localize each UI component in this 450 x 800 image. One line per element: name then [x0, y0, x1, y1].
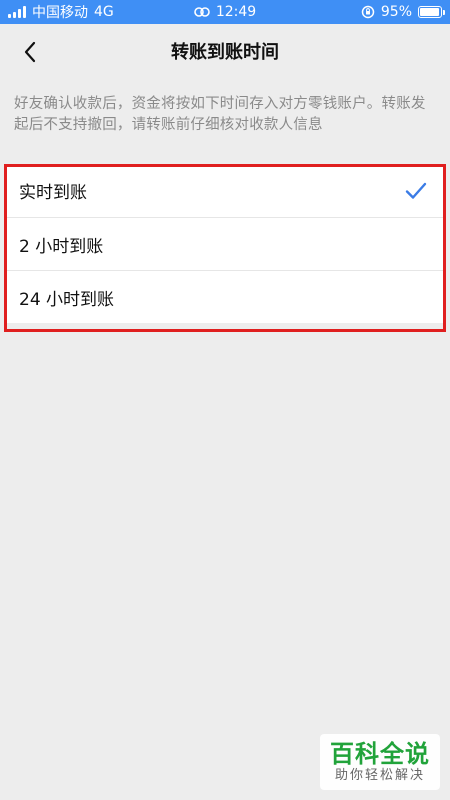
carrier-label: 中国移动 — [32, 5, 88, 21]
option-label: 实时到账 — [19, 183, 87, 203]
back-button[interactable] — [10, 32, 50, 72]
watermark-logo: 百科全说 助你轻松解决 — [320, 734, 440, 790]
page-title: 转账到账时间 — [171, 42, 279, 63]
description-text: 好友确认收款后，资金将按如下时间存入对方零钱账户。转账发起后不支持撤回，请转账前… — [14, 96, 426, 133]
battery-icon — [418, 6, 445, 18]
option-2-hours[interactable]: 2 小时到账 — [7, 217, 443, 270]
watermark-subtitle: 助你轻松解决 — [334, 768, 425, 783]
battery-fill — [420, 8, 439, 16]
network-label: 4G — [94, 4, 114, 20]
option-label: 24 小时到账 — [19, 289, 115, 310]
battery-percent: 95% — [380, 4, 412, 20]
check-icon — [405, 182, 427, 200]
status-left: 中国移动 4G — [8, 0, 114, 24]
status-bar: 中国移动 4G 12:49 95% — [0, 0, 450, 24]
watermark-title: 百科全说 — [330, 740, 430, 768]
orientation-lock-icon — [361, 5, 375, 19]
arrival-time-options: 实时到账 2 小时到账 24 小时到账 — [7, 164, 443, 323]
option-label: 2 小时到账 — [19, 236, 104, 257]
nav-bar: 转账到账时间 — [0, 24, 450, 78]
link-icon — [194, 7, 210, 17]
option-realtime[interactable]: 实时到账 — [7, 164, 443, 217]
signal-icon — [8, 6, 26, 18]
status-time: 12:49 — [215, 4, 257, 20]
status-right: 95% — [361, 0, 445, 24]
chevron-left-icon — [24, 41, 36, 63]
option-24-hours[interactable]: 24 小时到账 — [7, 270, 443, 323]
